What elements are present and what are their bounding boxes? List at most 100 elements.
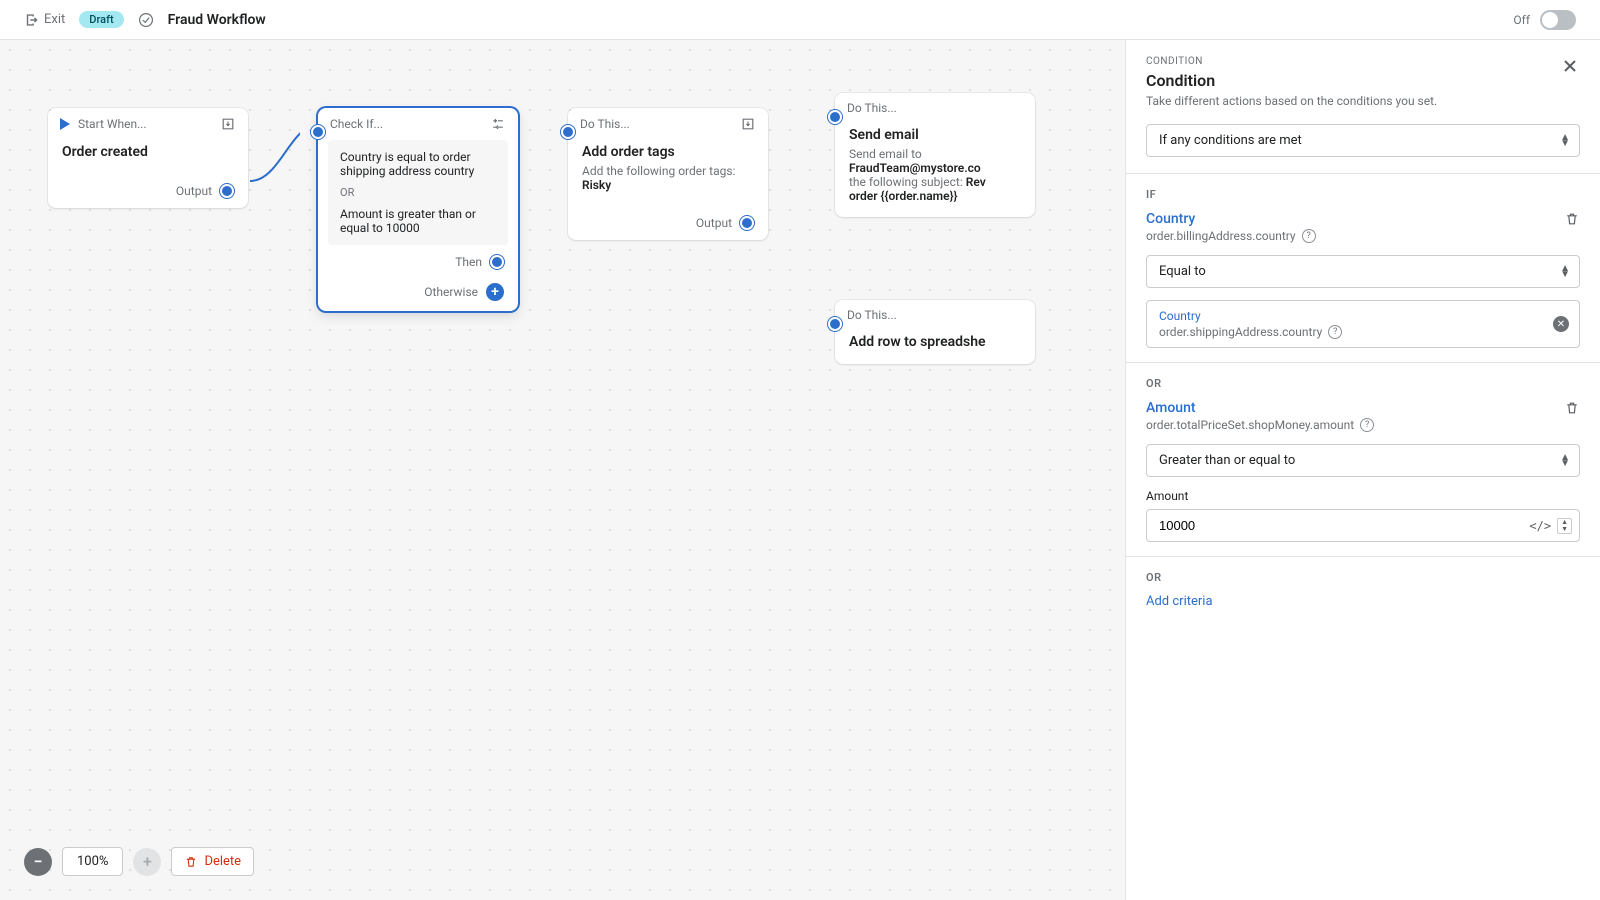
output-label: Output <box>176 184 212 198</box>
node-email-sub: Send email to FraudTeam@mystore.co the f… <box>849 147 1021 203</box>
code-icon[interactable]: </> <box>1529 519 1551 533</box>
node-spreadsheet[interactable]: Do This... Add row to spreadshe <box>835 300 1035 364</box>
add-otherwise-button[interactable]: + <box>486 283 504 301</box>
node-tags-sub: Add the following order tags: Risky <box>582 164 754 192</box>
port-input[interactable] <box>828 317 842 331</box>
node-trigger[interactable]: Start When... Order created Output <box>48 108 248 208</box>
zoom-controls: − 100% + Delete <box>24 847 254 876</box>
download-icon[interactable] <box>220 116 236 132</box>
workflow-toggle[interactable] <box>1540 10 1576 30</box>
exit-icon <box>24 13 38 27</box>
inspector-desc: Take different actions based on the cond… <box>1146 94 1437 108</box>
amount-operator-row: Greater than or equal to ▲▼ <box>1146 444 1580 477</box>
node-tags-footer: Output <box>568 206 768 240</box>
node-add-tags[interactable]: Do This... Add order tags Add the follow… <box>568 108 768 240</box>
help-icon[interactable]: ? <box>1360 418 1374 432</box>
node-trigger-label: Start When... <box>78 117 147 131</box>
trash-icon[interactable] <box>1564 211 1580 227</box>
or-section: OR Amount order.totalPriceSet.shopMoney.… <box>1126 363 1600 556</box>
zoom-value[interactable]: 100% <box>62 847 123 876</box>
node-trigger-header: Start When... <box>48 108 248 140</box>
header-right: Off <box>1513 10 1576 30</box>
token-path: order.shippingAddress.country ? <box>1159 325 1543 339</box>
trash-icon <box>184 855 198 869</box>
node-condition[interactable]: Check If... Country is equal to order sh… <box>318 108 518 311</box>
country-value-row: Country order.shippingAddress.country ? … <box>1146 300 1580 348</box>
or-label: OR <box>1146 377 1580 390</box>
exit-button[interactable]: Exit <box>24 12 65 27</box>
node-tags-label: Do This... <box>580 117 630 131</box>
otherwise-label: Otherwise <box>424 285 478 299</box>
amount-field-row: Amount order.totalPriceSet.shopMoney.amo… <box>1146 400 1580 432</box>
close-icon[interactable] <box>1560 56 1580 76</box>
country-field-row: Country order.billingAddress.country ? <box>1146 211 1580 243</box>
draft-badge: Draft <box>79 11 123 28</box>
exit-label: Exit <box>44 12 65 27</box>
amount-field-label: Amount <box>1146 489 1580 503</box>
port-then[interactable] <box>490 255 504 269</box>
node-condition-label: Check If... <box>330 117 383 131</box>
node-trigger-title: Order created <box>62 144 234 160</box>
cond-line-2: Amount is greater than or equal to 10000 <box>340 207 496 235</box>
output-label: Output <box>696 216 732 230</box>
then-label: Then <box>455 255 482 269</box>
amount-title[interactable]: Amount <box>1146 400 1374 416</box>
node-tags-header: Do This... <box>568 108 768 140</box>
zoom-in-button[interactable]: + <box>133 848 161 876</box>
country-value-token[interactable]: Country order.shippingAddress.country ? … <box>1146 300 1580 348</box>
port-output[interactable] <box>740 216 754 230</box>
node-send-email[interactable]: Do This... Send email Send email to Frau… <box>835 93 1035 217</box>
cond-line-1: Country is equal to order shipping addre… <box>340 150 496 178</box>
inspector-panel: CONDITION Condition Take different actio… <box>1125 40 1600 900</box>
or2-label: OR <box>1146 571 1580 584</box>
amount-input-suffix: </> ▲▼ <box>1529 518 1572 534</box>
node-sheet-title: Add row to spreadshe <box>849 334 1021 350</box>
country-title[interactable]: Country <box>1146 211 1316 227</box>
checkmark-icon <box>138 12 154 28</box>
match-mode-select[interactable]: If any conditions are met <box>1146 124 1580 157</box>
otherwise-row: Otherwise + <box>318 279 518 311</box>
amount-input[interactable] <box>1146 509 1580 542</box>
help-icon[interactable]: ? <box>1328 325 1342 339</box>
toggle-label: Off <box>1513 13 1530 27</box>
amount-operator-select[interactable]: Greater than or equal to <box>1146 444 1580 477</box>
token-title: Country <box>1159 309 1543 323</box>
download-icon[interactable] <box>740 116 756 132</box>
cond-or: OR <box>340 186 496 199</box>
delete-label: Delete <box>204 854 241 869</box>
header-left: Exit Draft Fraud Workflow <box>24 11 266 28</box>
help-icon[interactable]: ? <box>1302 229 1316 243</box>
node-email-title: Send email <box>849 127 1021 143</box>
if-section: IF Country order.billingAddress.country … <box>1126 174 1600 362</box>
inspector-title: Condition <box>1146 71 1437 90</box>
play-icon <box>60 118 70 130</box>
clear-token-icon[interactable]: ✕ <box>1553 316 1569 332</box>
match-mode-select-row: If any conditions are met ▲▼ <box>1146 124 1580 157</box>
port-output[interactable] <box>220 184 234 198</box>
then-row: Then <box>318 245 518 279</box>
add-criteria-button[interactable]: Add criteria <box>1146 594 1580 609</box>
delete-button[interactable]: Delete <box>171 847 254 876</box>
if-label: IF <box>1146 188 1580 201</box>
port-input[interactable] <box>828 110 842 124</box>
condition-summary: Country is equal to order shipping addre… <box>328 140 508 245</box>
port-input[interactable] <box>561 125 575 139</box>
country-operator-row: Equal to ▲▼ <box>1146 255 1580 288</box>
zoom-out-button[interactable]: − <box>24 848 52 876</box>
inspector-header: CONDITION Condition Take different actio… <box>1126 40 1600 124</box>
port-input[interactable] <box>311 125 325 139</box>
branch-icon[interactable] <box>490 116 506 132</box>
node-email-header: Do This... <box>835 93 1035 123</box>
inspector-overline: CONDITION <box>1146 56 1437 67</box>
workflow-title: Fraud Workflow <box>168 12 266 28</box>
trash-icon[interactable] <box>1564 400 1580 416</box>
node-condition-header: Check If... <box>318 108 518 140</box>
country-operator-select[interactable]: Equal to <box>1146 255 1580 288</box>
app-header: Exit Draft Fraud Workflow Off <box>0 0 1600 40</box>
number-spinner[interactable]: ▲▼ <box>1557 518 1572 534</box>
node-tags-title: Add order tags <box>582 144 754 160</box>
node-sheet-header: Do This... <box>835 300 1035 330</box>
node-trigger-footer: Output <box>48 174 248 208</box>
node-email-label: Do This... <box>847 101 897 115</box>
amount-value-row: Amount </> ▲▼ <box>1146 489 1580 542</box>
